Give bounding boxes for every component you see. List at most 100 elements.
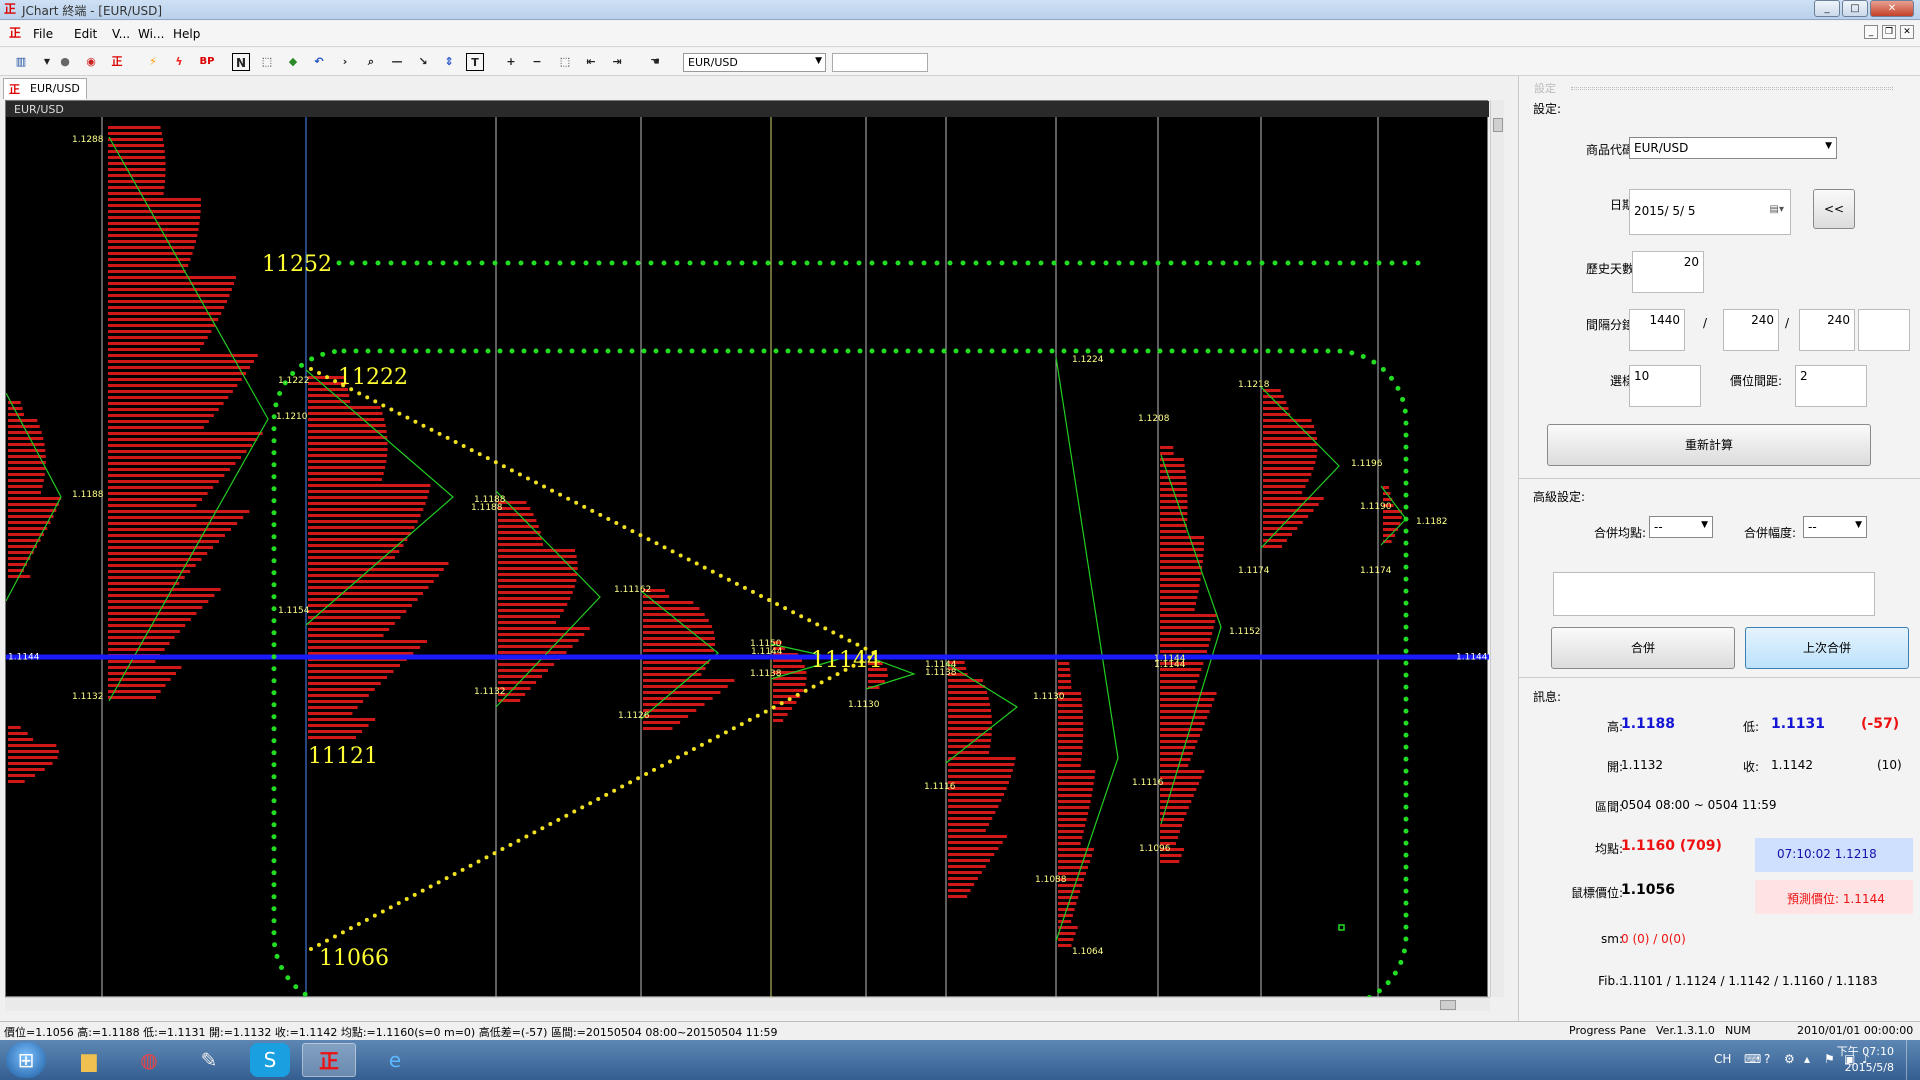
notepad-icon[interactable]: ✎ xyxy=(182,1043,236,1077)
scroll-left-icon[interactable]: ⇤ xyxy=(582,53,600,71)
zoom-icon[interactable]: ⌕ xyxy=(362,53,380,71)
date-picker[interactable]: 2015/ 5/ 5 ▤▾ xyxy=(1629,189,1791,235)
tpo-row xyxy=(8,473,45,476)
recalculate-button[interactable]: 重新計算 xyxy=(1547,424,1871,466)
history-days-input[interactable]: 20 xyxy=(1632,251,1704,293)
file-explorer-icon[interactable]: ▆ xyxy=(62,1043,116,1077)
internet-explorer-icon[interactable]: e xyxy=(368,1043,422,1077)
horizontal-line-icon[interactable]: — xyxy=(388,53,406,71)
logo-icon[interactable]: 正 xyxy=(108,53,126,71)
cursor-select-icon[interactable]: ⬚ xyxy=(258,53,276,71)
date-back-button[interactable]: << xyxy=(1813,189,1855,229)
tpo-row xyxy=(108,678,171,681)
menu-help[interactable]: Help xyxy=(173,27,200,41)
vertical-scroll-thumb[interactable] xyxy=(1493,118,1503,132)
bp-button[interactable]: BP xyxy=(196,53,218,71)
tpo-row xyxy=(108,342,204,345)
tpo-row xyxy=(948,757,1016,760)
menu-view[interactable]: V... xyxy=(112,27,130,41)
scroll-right-icon[interactable]: ⇥ xyxy=(608,53,626,71)
flag-icon[interactable]: ⚑ xyxy=(1824,1052,1835,1066)
car-icon[interactable]: ◉ xyxy=(82,53,100,71)
price-label: 1.1144 xyxy=(1154,660,1186,670)
digits-input[interactable]: 2 xyxy=(1795,365,1867,407)
arrows-icon[interactable]: ⇕ xyxy=(440,53,458,71)
merge-button[interactable]: 合併 xyxy=(1551,627,1735,669)
calendar-icon[interactable]: ▤▾ xyxy=(1770,204,1784,215)
market-profile-chart[interactable]: EUR/USD 1.1144 1.1144 11252 11222 11121 … xyxy=(6,101,1489,998)
tpo-row xyxy=(108,546,214,549)
interval-input-1[interactable]: 1440 xyxy=(1629,309,1685,351)
horizontal-scrollbar[interactable] xyxy=(5,997,1490,1011)
symbol-combo[interactable]: EUR/USD ▼ xyxy=(1629,137,1837,159)
chevron-right-icon[interactable]: › xyxy=(336,53,354,71)
tpo-row xyxy=(1160,590,1199,593)
select-box-icon[interactable]: ⬚ xyxy=(556,53,574,71)
tpo-row xyxy=(308,430,387,433)
symbol-select[interactable]: EUR/USD ▼ xyxy=(683,53,826,72)
symbol-select-value: EUR/USD xyxy=(688,56,738,69)
price-label: 1.1210 xyxy=(276,412,308,422)
plus-icon[interactable]: + xyxy=(502,53,520,71)
n-button[interactable]: N xyxy=(232,53,250,71)
tpo-row xyxy=(308,514,421,517)
maximize-button[interactable]: □ xyxy=(1842,0,1868,17)
trendline-icon[interactable]: ↘ xyxy=(414,53,432,71)
hand-icon[interactable]: ☚ xyxy=(646,53,664,71)
tpo-row xyxy=(108,222,200,225)
chrome-icon[interactable]: ◍ xyxy=(122,1043,176,1077)
chart-area[interactable]: EUR/USD 1.1144 1.1144 11252 11222 11121 … xyxy=(5,100,1489,998)
last-merge-button[interactable]: 上次合併 xyxy=(1745,627,1909,669)
close-button[interactable]: ✕ xyxy=(1870,0,1914,17)
book-icon[interactable]: ◆ xyxy=(284,53,302,71)
jchart-taskbar-icon[interactable]: 正 xyxy=(302,1043,356,1077)
tpo-row xyxy=(1058,662,1070,665)
merge-range-combo[interactable]: -- ▼ xyxy=(1803,516,1867,538)
tray-clock[interactable]: 下午 07:10 2015/5/8 xyxy=(1837,1044,1894,1076)
menu-file[interactable]: File xyxy=(33,27,53,41)
sm-value: 0 (0) / 0(0) xyxy=(1621,932,1686,946)
tpo-row xyxy=(948,739,992,742)
merge-text-area[interactable] xyxy=(1553,572,1875,616)
keyboard-icon[interactable]: ⌨ xyxy=(1744,1052,1761,1066)
menu-window[interactable]: Wi... xyxy=(138,27,164,41)
tpo-row xyxy=(308,406,381,409)
help-icon[interactable]: ? xyxy=(1764,1052,1770,1066)
tab-eurusd[interactable]: 正 EUR/USD xyxy=(3,78,87,99)
mdi-app-icon[interactable]: 正 xyxy=(8,26,22,40)
start-button[interactable]: ⊞ xyxy=(6,1042,46,1078)
text-tool-button[interactable]: T xyxy=(466,53,484,71)
interval-input-4[interactable] xyxy=(1858,309,1910,351)
mdi-close-button[interactable]: ✕ xyxy=(1900,25,1914,39)
merge-point-combo[interactable]: -- ▼ xyxy=(1649,516,1713,538)
tpo-row xyxy=(1058,944,1072,947)
panel-grip[interactable] xyxy=(1571,87,1893,90)
horizontal-scroll-thumb[interactable] xyxy=(1440,1000,1456,1010)
dropdown-arrow-icon[interactable]: ▼ xyxy=(38,53,56,71)
skype-icon[interactable]: S xyxy=(250,1043,290,1077)
show-hidden-icon[interactable]: ▴ xyxy=(1804,1052,1810,1066)
tpo-row xyxy=(1160,560,1203,563)
tpo-row xyxy=(1263,473,1312,476)
tpo-row xyxy=(498,597,571,600)
show-desktop-button[interactable] xyxy=(1906,1040,1920,1080)
vertical-scrollbar[interactable] xyxy=(1490,100,1504,997)
minus-icon[interactable]: − xyxy=(528,53,546,71)
interval-input-2[interactable]: 240 xyxy=(1723,309,1779,351)
menu-edit[interactable]: Edit xyxy=(74,27,97,41)
interval-input-3[interactable]: 240 xyxy=(1799,309,1855,351)
tpo-row xyxy=(108,384,238,387)
bar-chart-icon[interactable]: ▥ xyxy=(12,53,30,71)
red-lightning-icon[interactable]: ϟ xyxy=(170,53,188,71)
mdi-minimize-button[interactable]: _ xyxy=(1864,25,1878,39)
circle-icon[interactable]: ● xyxy=(56,53,74,71)
undo-icon[interactable]: ↶ xyxy=(310,53,328,71)
minimize-button[interactable]: _ xyxy=(1814,0,1840,17)
settings-icon[interactable]: ⚙ xyxy=(1784,1052,1795,1066)
toolbar-input[interactable] xyxy=(832,53,928,72)
mdi-restore-button[interactable]: ❐ xyxy=(1882,25,1896,39)
tpo-row xyxy=(1058,758,1082,761)
tpo-row xyxy=(1058,740,1083,743)
language-indicator[interactable]: CH xyxy=(1714,1052,1731,1066)
lightning-icon[interactable]: ⚡ xyxy=(144,53,162,71)
